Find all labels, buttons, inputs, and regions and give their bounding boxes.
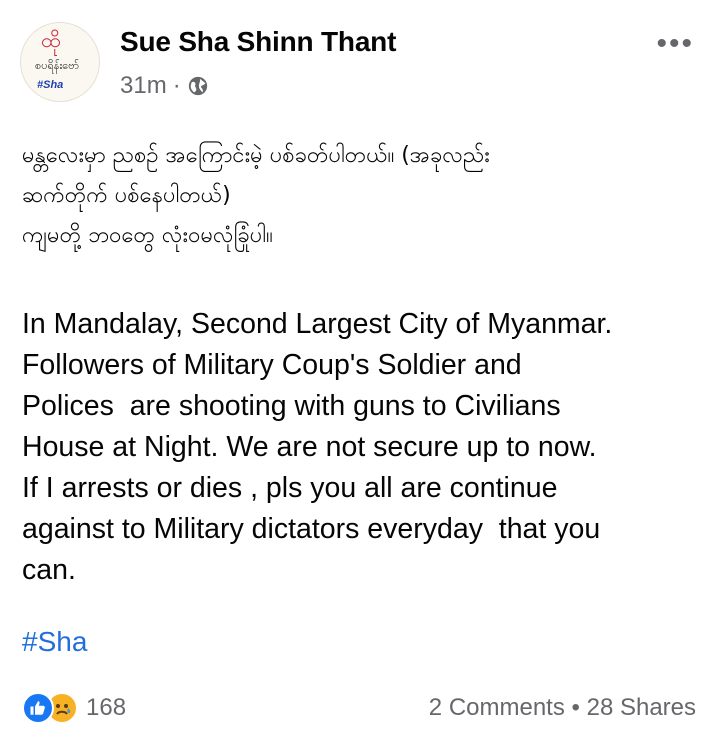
- reactions-summary[interactable]: 168: [22, 692, 126, 724]
- post-time[interactable]: 31m: [120, 72, 167, 100]
- reactions-count: 168: [86, 694, 127, 721]
- post-stats: 2 Comments • 28 Shares: [429, 694, 696, 722]
- hashtag-link[interactable]: #Sha: [22, 626, 87, 658]
- post-body: မန္တလေးမှာ ညစဥ် အကြောင်းမဲ့ ပစ်ခတ်ပါတယ်။…: [22, 136, 700, 591]
- author-name[interactable]: Sue Sha Shinn Thant: [120, 26, 396, 58]
- more-options-button[interactable]: •••: [656, 29, 694, 59]
- post-footer: 168 2 Comments • 28 Shares: [22, 692, 696, 728]
- avatar-text-bottom: #Sha: [37, 79, 64, 91]
- globe-icon[interactable]: [187, 75, 209, 97]
- avatar-text-top: ထို: [41, 28, 61, 52]
- myanmar-line-2: ဆက်တိုက် ပစ်နေပါတယ်): [22, 183, 231, 208]
- avatar-text-middle: စပရိန်းဗော်: [35, 60, 80, 72]
- myanmar-line-1: မန္တလေးမှာ ညစဥ် အကြောင်းမဲ့ ပစ်ခတ်ပါတယ်။…: [22, 143, 490, 168]
- comments-count[interactable]: 2 Comments: [429, 694, 565, 721]
- stats-separator: •: [571, 694, 580, 721]
- shares-count[interactable]: 28 Shares: [587, 694, 696, 721]
- post-header: ထို စပရိန်းဗော် #Sha Sue Sha Shinn Thant…: [20, 22, 700, 102]
- english-text: In Mandalay, Second Largest City of Myan…: [22, 308, 613, 586]
- like-icon: [22, 692, 54, 724]
- avatar[interactable]: ထို စပရိန်းဗော် #Sha: [20, 22, 100, 102]
- post-meta: 31m ·: [120, 72, 209, 100]
- meta-separator: ·: [172, 72, 181, 99]
- myanmar-line-3: ကျမတို့ ဘဝတွေ လုံးဝမလုံခြုံပါ။: [22, 223, 273, 248]
